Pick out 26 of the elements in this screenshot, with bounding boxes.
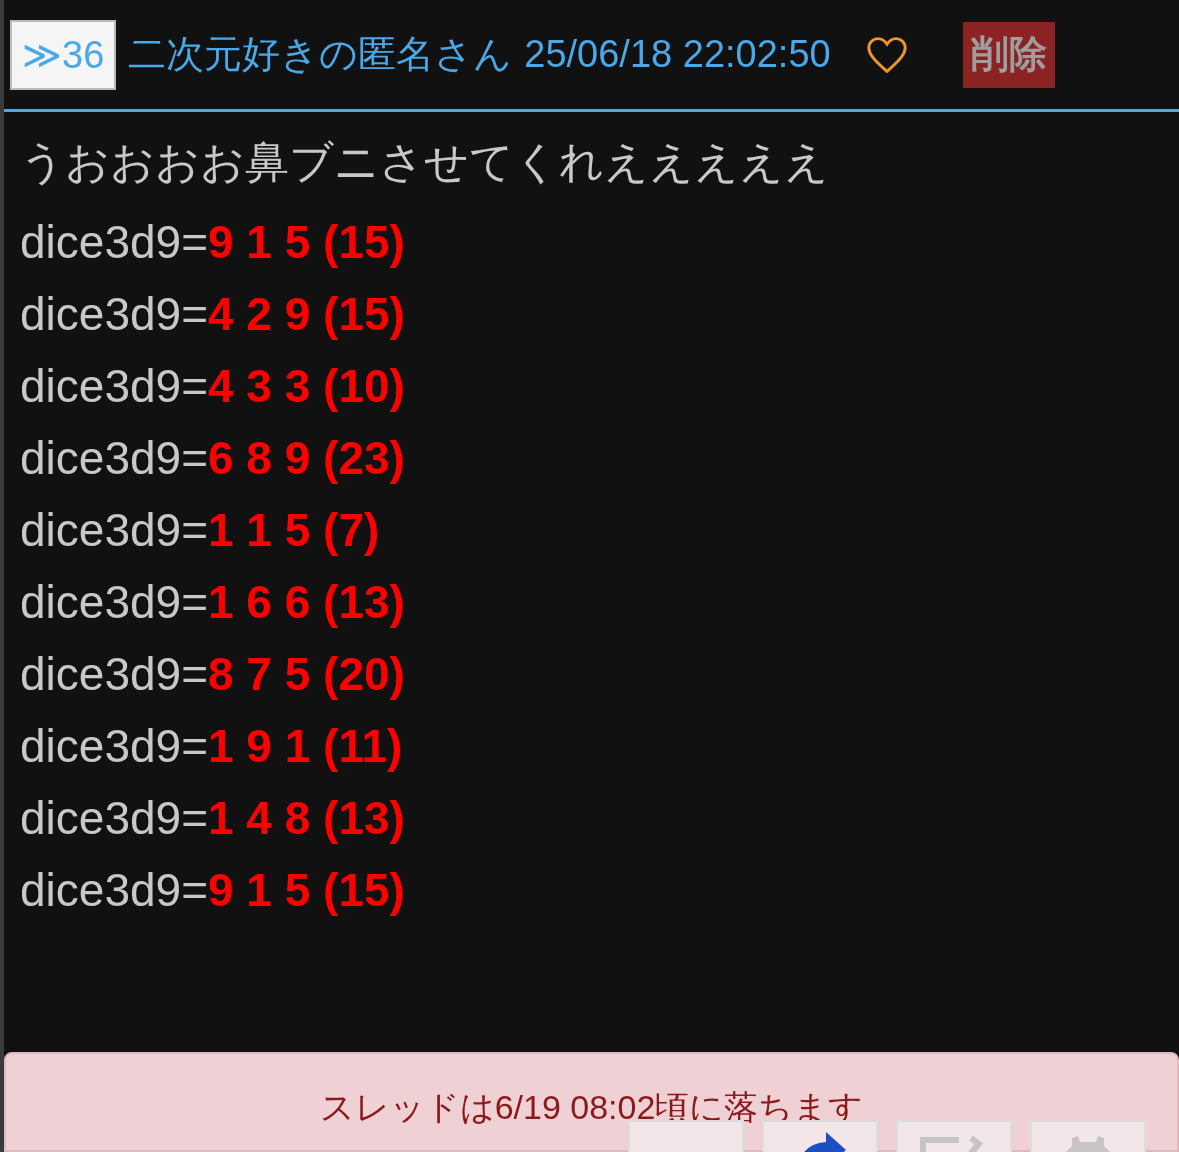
dice-command: dice3d9= [20, 647, 208, 702]
dice-result: 6 8 9 (23) [208, 431, 405, 486]
post-number-link[interactable]: ≫36 [10, 19, 117, 90]
dice-result: 8 7 5 (20) [208, 647, 405, 702]
dice-command: dice3d9= [20, 359, 208, 414]
dice-command: dice3d9= [20, 575, 208, 630]
dice-command: dice3d9= [20, 719, 208, 774]
dice-result: 4 3 3 (10) [208, 359, 405, 414]
dice-command: dice3d9= [20, 215, 208, 270]
dice-result: 1 9 1 (11) [208, 719, 403, 774]
dice-result: 4 2 9 (15) [208, 287, 405, 342]
dice-result: 9 1 5 (15) [208, 215, 405, 270]
dice-command: dice3d9= [20, 863, 208, 918]
delete-button[interactable]: 削除 [962, 21, 1055, 88]
post-author: 二次元好きの匿名さん [128, 32, 513, 77]
post-timestamp: 25/06/18 22:02:50 [524, 32, 831, 77]
dice-result: 9 1 5 (15) [208, 863, 405, 918]
dice-command: dice3d9= [20, 287, 208, 342]
dice-result: 1 4 8 (13) [208, 791, 405, 846]
heart-icon[interactable] [864, 34, 909, 75]
dice-result: 1 6 6 (13) [208, 575, 405, 630]
dice-command: dice3d9= [20, 503, 208, 558]
dice-command: dice3d9= [20, 791, 208, 846]
post-body-text: うおおおお鼻ブニさせてくれえええええ [20, 136, 830, 188]
dice-result: 1 1 5 (7) [208, 503, 380, 558]
dice-command: dice3d9= [20, 431, 208, 486]
